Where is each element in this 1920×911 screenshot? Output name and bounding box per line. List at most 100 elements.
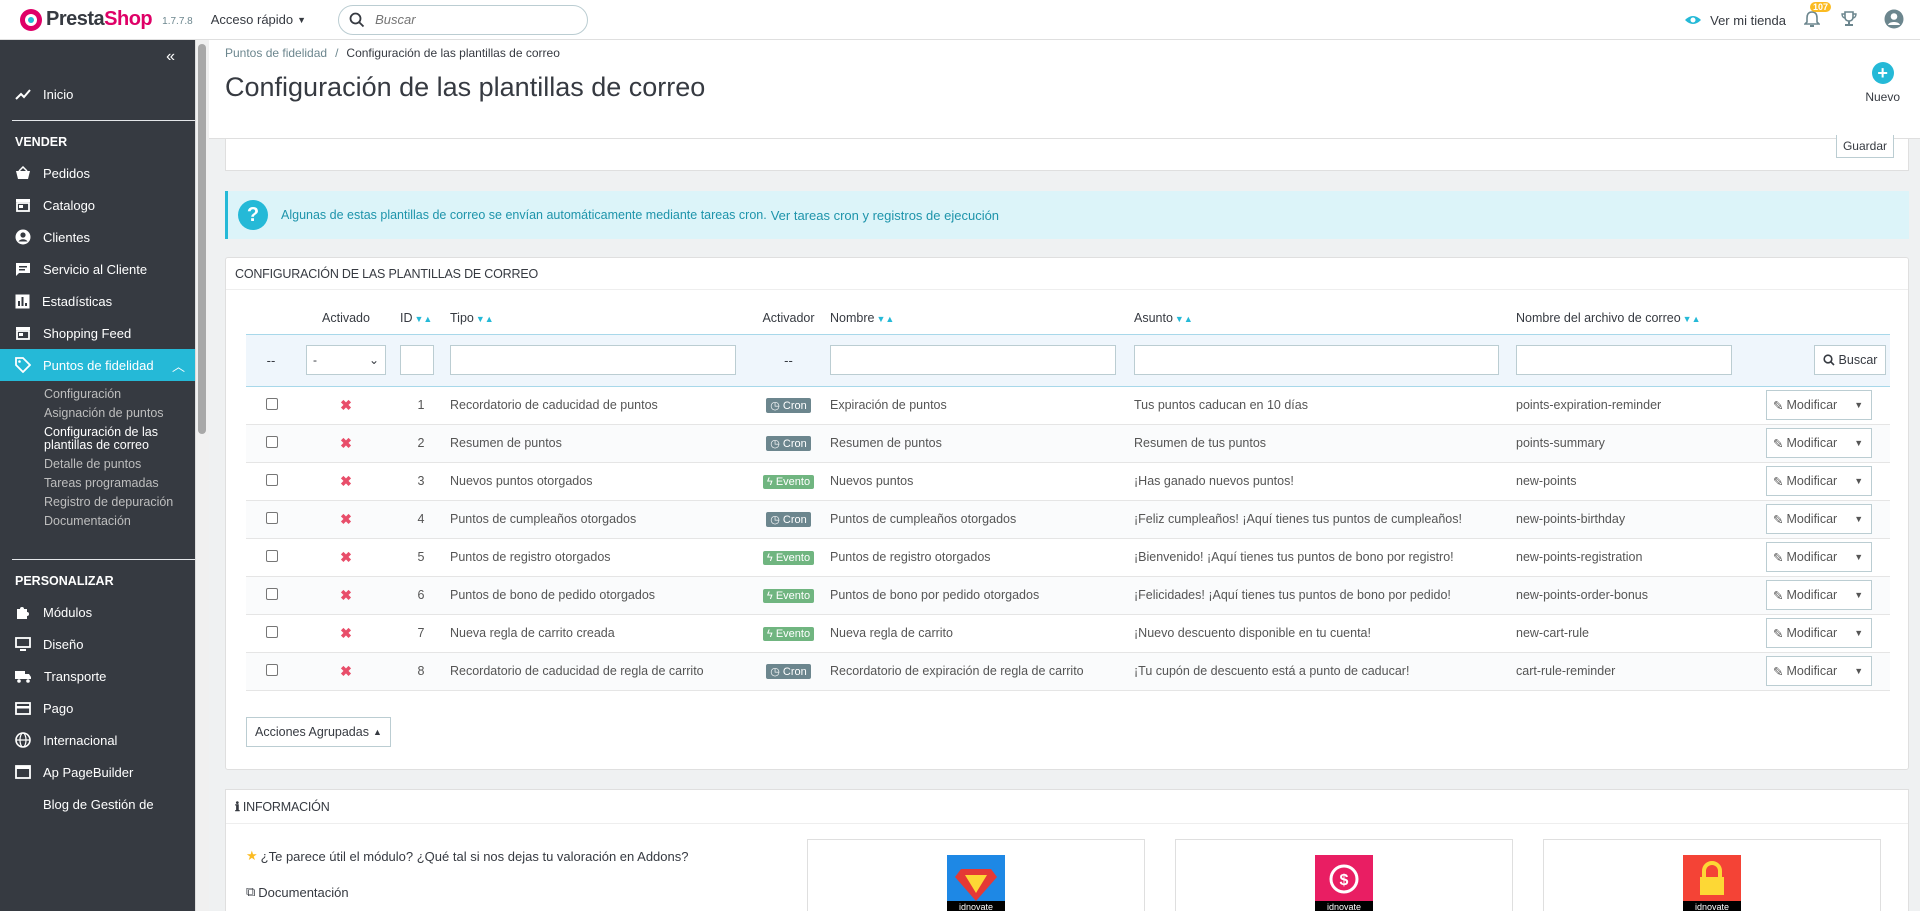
search-box[interactable] [338, 4, 589, 35]
col-name[interactable]: Nombre ▼▲ [826, 302, 1130, 334]
submenu-item-configuration[interactable]: Configuración [44, 385, 195, 404]
sort-icon[interactable]: ▼▲ [876, 314, 894, 324]
filter-activated-select[interactable]: - ⌄ [306, 345, 386, 375]
sidebar-item-catalog[interactable]: Catalogo [0, 189, 195, 221]
sort-icon[interactable]: ▼▲ [1683, 314, 1701, 324]
sort-icon[interactable]: ▼▲ [1175, 314, 1193, 324]
filter-name-input[interactable] [830, 345, 1116, 375]
row-checkbox[interactable] [266, 473, 278, 486]
table-row[interactable]: ✖ 7 Nueva regla de carrito creada ϟ Evento N… [246, 614, 1890, 653]
submenu-item-documentation[interactable]: Documentación [44, 512, 195, 531]
collapse-sidebar-icon[interactable]: « [166, 48, 175, 66]
rate-module-link[interactable]: ★ ¿Te parece útil el módulo? ¿Qué tal si… [246, 848, 688, 864]
disabled-x-icon[interactable]: ✖ [300, 511, 392, 528]
sidebar-item-shipping[interactable]: Transporte [0, 660, 195, 692]
disabled-x-icon[interactable]: ✖ [300, 587, 392, 604]
bulk-actions-button[interactable]: Acciones Agrupadas ▲ [246, 717, 391, 747]
edit-dropdown-toggle[interactable]: ▼ [1846, 590, 1871, 600]
documentation-link[interactable]: ⧉ Documentación [246, 884, 349, 900]
edit-button[interactable]: ✎ Modificar [1767, 625, 1847, 641]
edit-button[interactable]: ✎ Modificar [1767, 511, 1847, 527]
filter-type-input[interactable] [450, 345, 736, 375]
submenu-item-debug-log[interactable]: Registro de depuración [44, 493, 195, 512]
disabled-x-icon[interactable]: ✖ [300, 625, 392, 642]
credit-card-icon [15, 701, 31, 715]
row-checkbox[interactable] [266, 435, 278, 448]
sidebar-item-shopping-feed[interactable]: Shopping Feed [0, 317, 195, 349]
edit-button[interactable]: ✎ Modificar [1767, 587, 1847, 603]
sidebar-item-blog[interactable]: Blog de Gestión de [0, 788, 195, 820]
sidebar-item-modules[interactable]: Módulos [0, 596, 195, 628]
edit-dropdown-toggle[interactable]: ▼ [1846, 666, 1871, 676]
disabled-x-icon[interactable]: ✖ [300, 473, 392, 490]
col-id[interactable]: ID ▼▲ [396, 302, 446, 334]
table-row[interactable]: ✖ 4 Puntos de cumpleaños otorgados ◷ Cron Pu… [246, 500, 1890, 539]
save-button[interactable]: Guardar [1835, 135, 1894, 158]
row-checkbox[interactable] [266, 625, 278, 638]
row-checkbox[interactable] [266, 511, 278, 524]
edit-dropdown-toggle[interactable]: ▼ [1846, 400, 1871, 410]
sidebar-item-ap-pagebuilder[interactable]: Ap PageBuilder [0, 756, 195, 788]
search-button[interactable]: Buscar [1814, 345, 1886, 375]
row-checkbox[interactable] [266, 587, 278, 600]
sidebar-item-loyalty-points[interactable]: Puntos de fidelidad ︿ [0, 349, 195, 381]
sidebar-item-international[interactable]: Internacional [0, 724, 195, 756]
sidebar-item-design[interactable]: Diseño [0, 628, 195, 660]
breadcrumb-parent[interactable]: Puntos de fidelidad [225, 46, 327, 60]
edit-dropdown-toggle[interactable]: ▼ [1846, 514, 1871, 524]
addon-card[interactable]: $ idnovate [1175, 839, 1513, 911]
logo[interactable]: PrestaShop [20, 8, 153, 31]
disabled-x-icon[interactable]: ✖ [300, 435, 392, 452]
edit-dropdown-toggle[interactable]: ▼ [1846, 628, 1871, 638]
edit-dropdown-toggle[interactable]: ▼ [1846, 438, 1871, 448]
notifications-button[interactable]: 107 [1803, 1, 1832, 31]
sidebar-item-orders[interactable]: Pedidos [0, 157, 195, 189]
sort-icon[interactable]: ▼▲ [476, 314, 494, 324]
disabled-x-icon[interactable]: ✖ [300, 663, 392, 680]
col-type[interactable]: Tipo ▼▲ [446, 302, 751, 334]
row-checkbox[interactable] [266, 397, 278, 410]
col-filename[interactable]: Nombre del archivo de correo ▼▲ [1512, 302, 1762, 334]
table-row[interactable]: ✖ 5 Puntos de registro otorgados ϟ Evento Pu… [246, 538, 1890, 577]
disabled-x-icon[interactable]: ✖ [300, 397, 392, 414]
filter-filename-input[interactable] [1516, 345, 1732, 375]
disabled-x-icon[interactable]: ✖ [300, 549, 392, 566]
submenu-item-scheduled-tasks[interactable]: Tareas programadas [44, 474, 195, 493]
col-subject[interactable]: Asunto ▼▲ [1130, 302, 1512, 334]
table-row[interactable]: ✖ 8 Recordatorio de caducidad de regla de … [246, 652, 1890, 691]
filter-id-input[interactable] [400, 345, 434, 375]
submenu-item-points-detail[interactable]: Detalle de puntos [44, 455, 195, 474]
table-row[interactable]: ✖ 6 Puntos de bono de pedido otorgados ϟ Ev… [246, 576, 1890, 615]
filter-subject-input[interactable] [1134, 345, 1499, 375]
trophy-button[interactable] [1840, 10, 1858, 31]
sidebar-item-home[interactable]: Inicio [0, 78, 195, 110]
submenu-item-points-assignment[interactable]: Asignación de puntos [44, 404, 195, 423]
edit-button[interactable]: ✎ Modificar [1767, 435, 1847, 451]
row-checkbox[interactable] [266, 663, 278, 676]
edit-button[interactable]: ✎ Modificar [1767, 473, 1847, 489]
edit-dropdown-toggle[interactable]: ▼ [1846, 476, 1871, 486]
edit-dropdown-toggle[interactable]: ▼ [1846, 552, 1871, 562]
quick-access-dropdown[interactable]: Acceso rápido ▼ [211, 12, 306, 27]
edit-button[interactable]: ✎ Modificar [1767, 397, 1847, 413]
sidebar-item-customer-service[interactable]: Servicio al Cliente [0, 253, 195, 285]
table-row[interactable]: ✖ 3 Nuevos puntos otorgados ϟ Evento Nuevos … [246, 462, 1890, 501]
search-input[interactable] [375, 12, 566, 27]
addon-card[interactable]: idnovate [1543, 839, 1881, 911]
edit-button[interactable]: ✎ Modificar [1767, 549, 1847, 565]
table-row[interactable]: ✖ 1 Recordatorio de caducidad de puntos ◷ C… [246, 386, 1890, 425]
sidebar-item-payment[interactable]: Pago [0, 692, 195, 724]
sidebar-scrollbar-thumb[interactable] [198, 44, 206, 434]
sort-icon[interactable]: ▼▲ [415, 314, 433, 324]
sidebar-item-stats[interactable]: Estadísticas [0, 285, 195, 317]
view-store-link[interactable]: Ver mi tienda [1684, 13, 1786, 28]
new-button[interactable]: + Nuevo [1865, 62, 1900, 104]
user-account-button[interactable] [1884, 9, 1904, 32]
submenu-item-email-templates[interactable]: Configuración de las plantillas de corre… [44, 423, 195, 455]
table-row[interactable]: ✖ 2 Resumen de puntos ◷ Cron Resumen de punt… [246, 424, 1890, 463]
cron-tasks-link[interactable]: Ver tareas cron y registros de ejecución [771, 208, 999, 223]
edit-button[interactable]: ✎ Modificar [1767, 663, 1847, 679]
addon-card[interactable]: idnovate [807, 839, 1145, 911]
sidebar-item-customers[interactable]: Clientes [0, 221, 195, 253]
row-checkbox[interactable] [266, 549, 278, 562]
